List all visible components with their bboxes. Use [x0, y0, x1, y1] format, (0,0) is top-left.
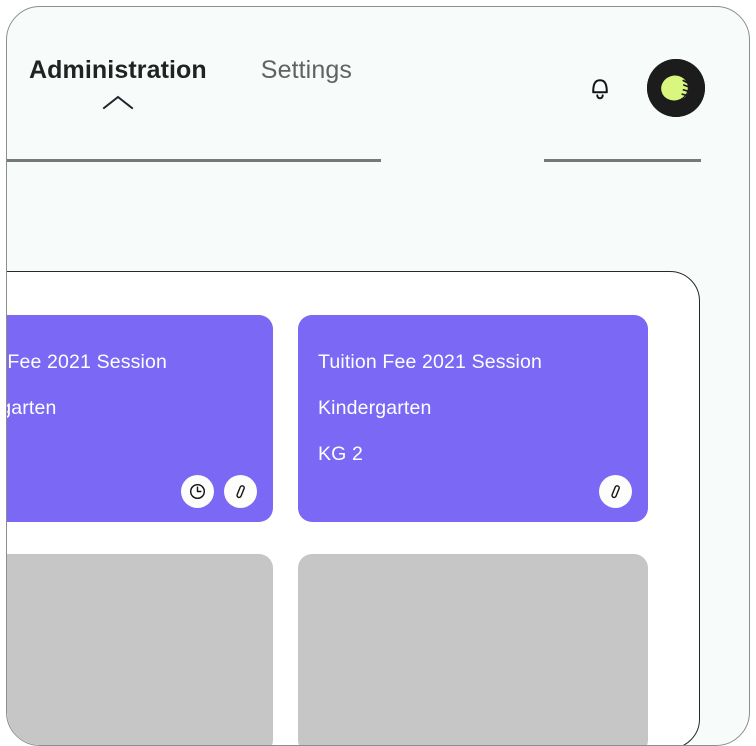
clock-icon [189, 483, 206, 500]
fee-card-grid: Tuition Fee 2021 Session Kindergarten [7, 315, 683, 745]
nav-tab-list: Administration Settings [29, 55, 352, 110]
pencil-icon [236, 485, 245, 499]
user-avatar-icon [647, 59, 705, 117]
fee-card-title: Tuition Fee 2021 Session [318, 351, 543, 373]
edit-button[interactable] [224, 475, 257, 508]
avatar[interactable] [647, 59, 705, 117]
topbar-actions [587, 59, 705, 117]
history-button[interactable] [181, 475, 214, 508]
tab-settings-label: Settings [260, 56, 352, 84]
placeholder-card [298, 554, 648, 745]
nav-divider-right [544, 159, 701, 162]
tab-administration[interactable]: Administration [29, 55, 207, 110]
fee-card-level: Kindergarten [318, 397, 432, 419]
app-window: Administration Settings Fee 2021 Session… [6, 6, 750, 746]
nav-divider-left [7, 159, 381, 162]
tab-administration-label: Administration [29, 56, 207, 84]
bell-icon-glyph [592, 79, 608, 100]
edit-button[interactable] [599, 475, 632, 508]
tab-settings[interactable]: Settings [261, 55, 352, 85]
fee-card-actions [599, 475, 632, 508]
fee-card-actions [181, 475, 257, 508]
pencil-icon [611, 485, 620, 499]
bell-icon[interactable] [587, 73, 613, 103]
top-navigation-bar: Administration Settings [7, 7, 749, 165]
fee-card[interactable]: Tuition Fee 2021 Session Kindergarten [7, 315, 273, 522]
placeholder-card [7, 554, 273, 745]
fee-card-title: Tuition Fee 2021 Session [7, 351, 168, 373]
chevron-up-icon [102, 95, 134, 110]
fee-card-grade: KG 2 [318, 443, 364, 465]
fee-card-level: Kindergarten [7, 397, 57, 419]
content-panel: Tuition Fee 2021 Session Kindergarten [7, 271, 700, 745]
fee-card[interactable]: Tuition Fee 2021 Session Kindergarten KG… [298, 315, 648, 522]
